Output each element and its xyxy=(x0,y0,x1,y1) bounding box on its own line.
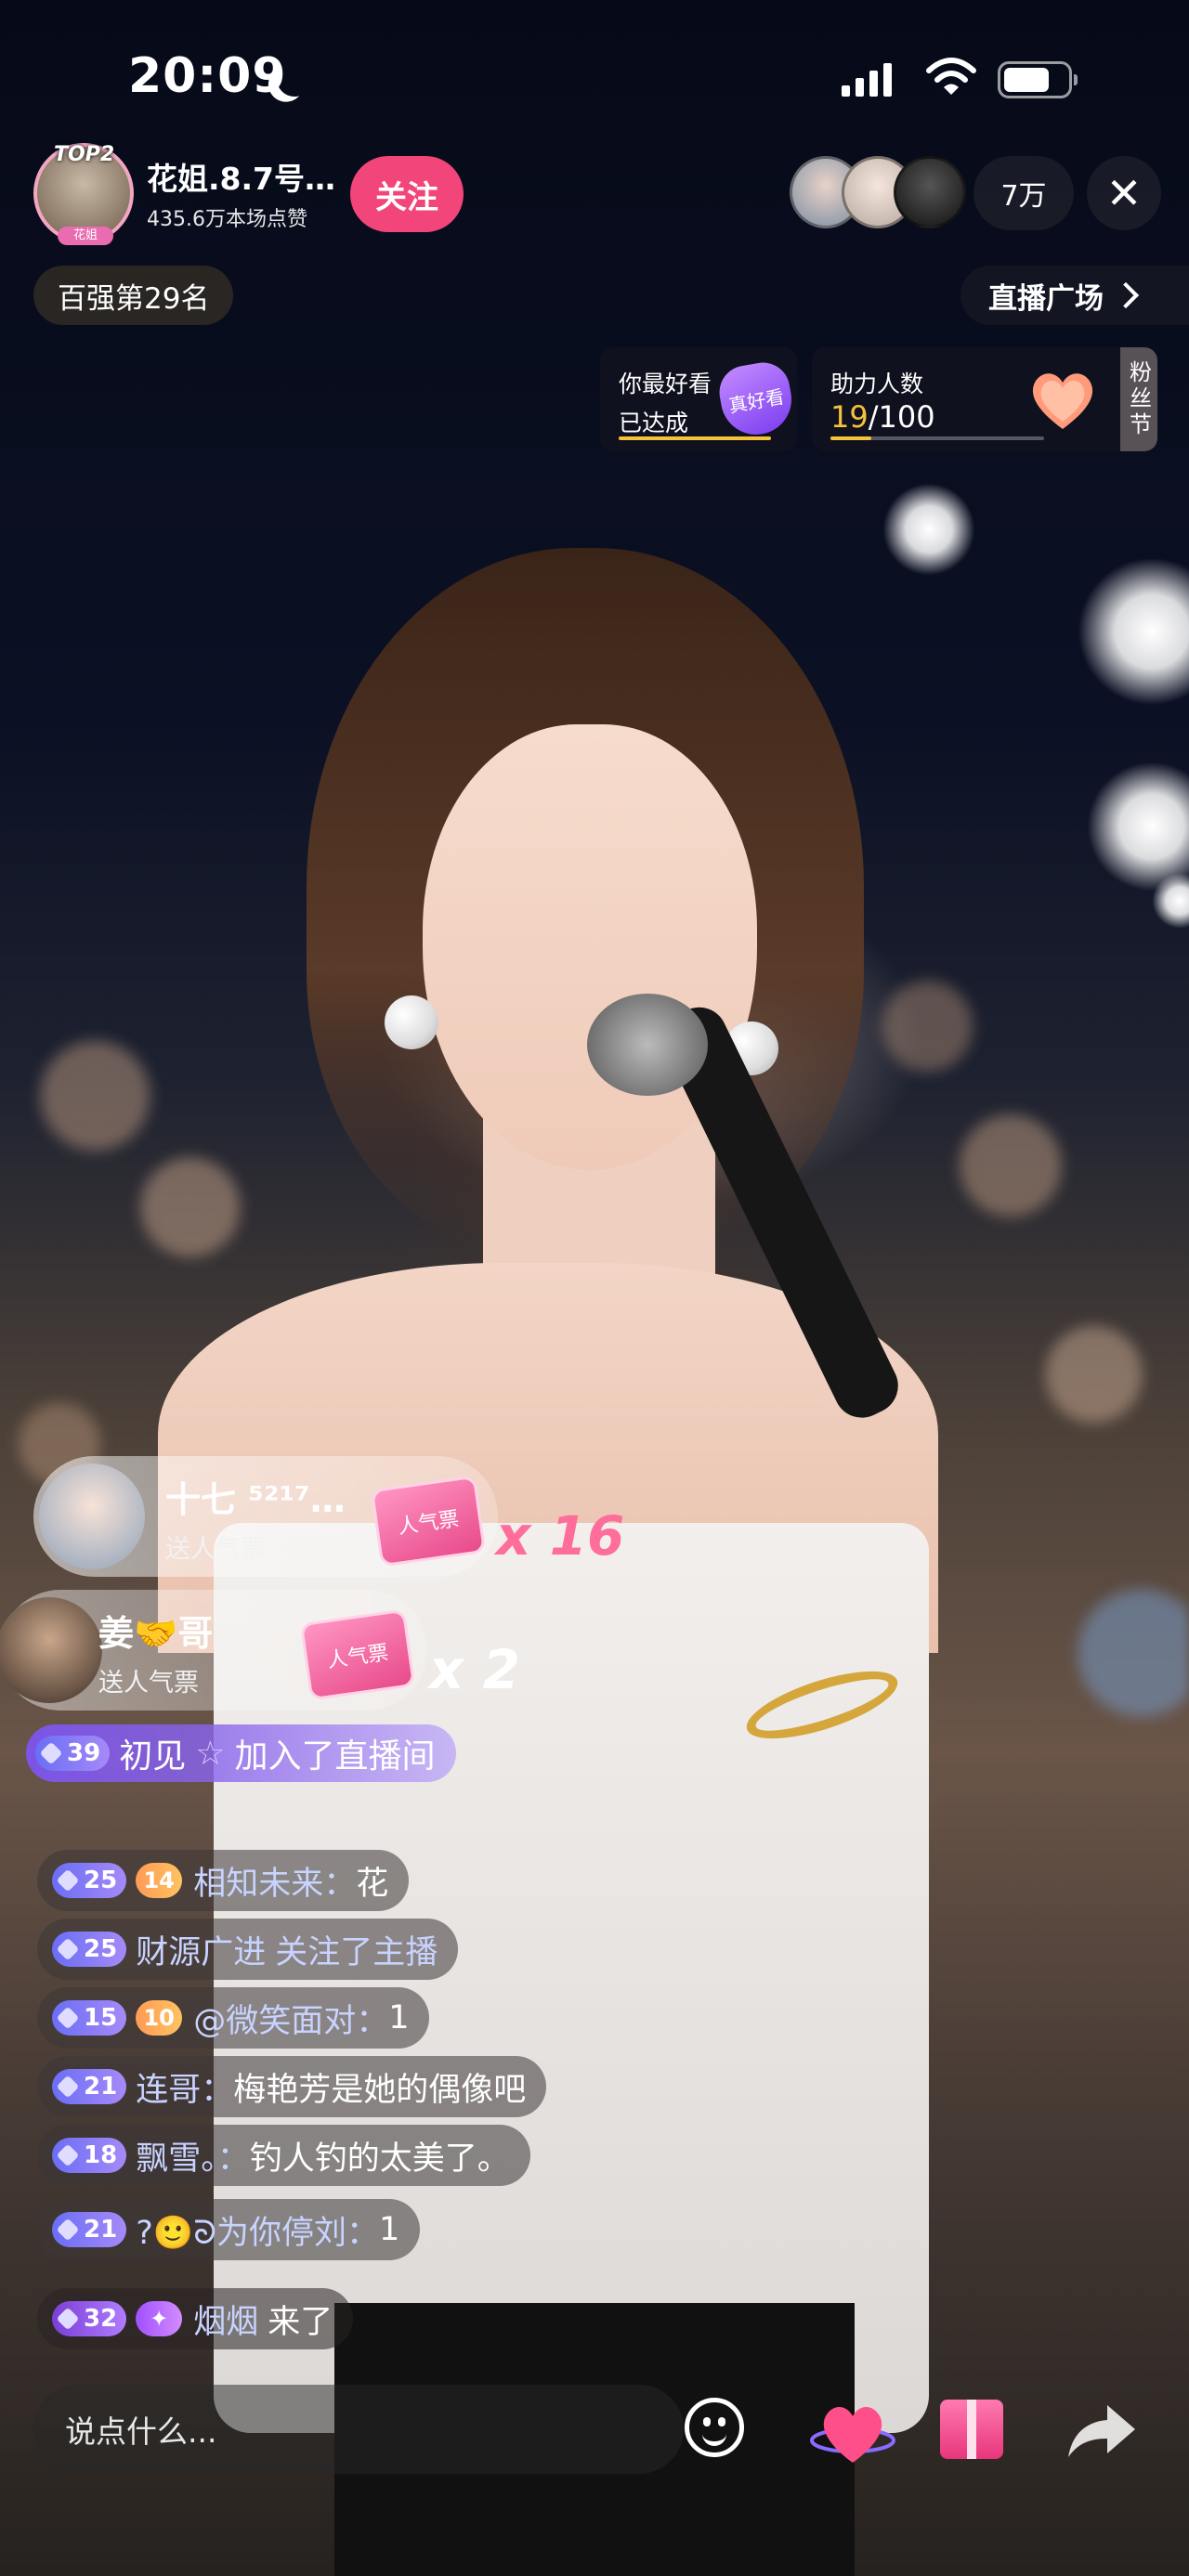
comment-input[interactable]: 说点什么... xyxy=(33,2385,684,2474)
host-likes: 435.6万本场点赞 xyxy=(147,208,307,231)
level-gem-icon xyxy=(56,2218,80,2242)
join-notice[interactable]: 39 初见 ☆ 加入了直播间 xyxy=(26,1724,456,1782)
status-bar: 20:09 xyxy=(0,0,1189,158)
chat-message[interactable]: 18 飘雪。： 钓人钓的太美了。 xyxy=(37,2125,530,2186)
best-card-title: 你最好看 xyxy=(619,371,712,397)
chat-text: 梅艳芳是她的偶像吧 xyxy=(233,2071,527,2109)
chat-message[interactable]: 15 10 @微笑面对： 1 xyxy=(37,1987,430,2049)
chat-message[interactable]: 32 ✦ 烟烟 来了 xyxy=(37,2288,354,2349)
chat-text: 1 xyxy=(388,1999,410,2036)
chat-nick: 相知未来： xyxy=(193,1865,357,1903)
like-heart-icon[interactable] xyxy=(808,2388,897,2478)
level-gem-icon xyxy=(39,1741,63,1765)
chat-nick: 烟烟 xyxy=(193,2303,259,2341)
gift-description: 送人气票 xyxy=(98,1669,199,1698)
emoji-icon[interactable] xyxy=(685,2398,744,2457)
best-card-status: 已达成 xyxy=(619,410,689,436)
user-level-badge: 25 xyxy=(52,1863,127,1898)
status-time: 20:09 xyxy=(128,48,287,104)
best-looking-card[interactable]: 你最好看 已达成 真好看 xyxy=(600,347,798,451)
level-gem-icon xyxy=(56,2075,80,2099)
user-level-badge: 32 xyxy=(52,2301,127,2336)
user-level-badge: 15 xyxy=(52,2000,127,2036)
heart-badge-icon: 真好看 xyxy=(714,358,798,441)
microphone-head xyxy=(587,994,708,1096)
support-count-card[interactable]: 助力人数 19/100 xyxy=(812,347,1157,451)
chat-text: 1 xyxy=(378,2211,400,2248)
popularity-ticket-icon: 人气票 xyxy=(370,1475,487,1568)
support-current: 19 xyxy=(830,399,869,435)
chat-nick: 财源广进 xyxy=(136,1933,267,1971)
popularity-ticket-icon: 人气票 xyxy=(299,1608,416,1701)
wifi-icon xyxy=(926,58,976,95)
user-level-badge: 25 xyxy=(52,1932,127,1967)
level-gem-icon xyxy=(56,1937,80,1961)
chat-text: 钓人钓的太美了。 xyxy=(249,2140,510,2178)
earring xyxy=(385,995,438,1049)
fan-club-badge: 14 xyxy=(136,1863,183,1898)
gift-multiplier: x 2 xyxy=(429,1638,520,1701)
best-card-progress xyxy=(619,436,771,440)
fans-festival-tab[interactable]: 粉丝节 xyxy=(1120,347,1157,451)
chat-nick: 飘雪。： xyxy=(136,2140,250,2178)
support-progress-bar xyxy=(830,436,1044,440)
follow-button[interactable]: 关注 xyxy=(350,156,464,232)
fan-club-badge: ✦ xyxy=(136,2301,183,2336)
heart-icon xyxy=(1032,373,1093,429)
gift-multiplier: x 16 xyxy=(496,1504,625,1568)
chat-message[interactable]: 25 14 相知未来： 花 xyxy=(37,1850,410,1911)
stage-light xyxy=(1078,557,1189,706)
user-level-badge: 39 xyxy=(35,1736,111,1771)
close-icon: ✕ xyxy=(1105,168,1143,218)
stage-light xyxy=(882,483,975,576)
chevron-right-icon xyxy=(1112,281,1140,309)
chat-message[interactable]: 25 财源广进 关注了主播 xyxy=(37,1919,459,1980)
user-level-badge: 21 xyxy=(52,2069,127,2104)
chat-text: 花 xyxy=(356,1865,389,1903)
live-plaza-button[interactable]: 直播广场 xyxy=(960,266,1189,325)
chat-message[interactable]: 21 ?🙂ᘐ为你停刘： 1 xyxy=(37,2199,421,2260)
close-button[interactable]: ✕ xyxy=(1087,156,1161,230)
chat-text: 来了 xyxy=(268,2303,333,2341)
host-name: 花姐.8.7号… xyxy=(147,161,335,197)
level-gem-icon xyxy=(56,2006,80,2030)
share-icon[interactable] xyxy=(1066,2401,1137,2461)
gift-icon[interactable] xyxy=(940,2400,1003,2459)
level-gem-icon xyxy=(56,1868,80,1893)
user-level-badge: 21 xyxy=(52,2212,127,2247)
host-info[interactable]: TOP2 花姐 花姐.8.7号… 435.6万本场点赞 xyxy=(33,141,351,245)
join-action: 加入了直播间 xyxy=(234,1737,436,1776)
fan-club-badge: 10 xyxy=(136,2000,183,2036)
join-nick: 初见 xyxy=(119,1737,187,1776)
avatar-tag: 花姐 xyxy=(58,227,113,245)
top-rank-badge: TOP2 xyxy=(54,143,115,166)
rank-badge[interactable]: 百强第29名 xyxy=(33,266,234,325)
gifter-name: 姜🤝哥 xyxy=(98,1613,214,1654)
chat-message[interactable]: 21 连哥： 梅艳芳是她的偶像吧 xyxy=(37,2056,547,2117)
chat-nick: @微笑面对： xyxy=(193,2002,389,2040)
level-gem-icon xyxy=(56,2307,80,2331)
chat-nick: ?🙂ᘐ为你停刘： xyxy=(136,2214,379,2252)
chat-nick: 连哥： xyxy=(136,2071,234,2109)
viewer-count[interactable]: 7万 xyxy=(973,156,1074,230)
user-level-badge: 18 xyxy=(52,2138,127,2173)
live-plaza-label: 直播广场 xyxy=(988,281,1104,316)
gifter-avatar[interactable] xyxy=(39,1464,145,1569)
gifter-avatar[interactable] xyxy=(0,1597,102,1703)
gift-description: 送人气票 xyxy=(165,1535,266,1564)
support-card-title: 助力人数 xyxy=(830,371,924,397)
support-total: /100 xyxy=(868,399,935,435)
gifter-name: 十七 ⁵²¹⁷… xyxy=(165,1479,346,1520)
cellular-signal-icon xyxy=(842,61,892,97)
star-icon: ☆ xyxy=(195,1734,226,1773)
battery-icon xyxy=(998,61,1078,98)
viewer-avatar[interactable] xyxy=(894,156,966,228)
host-avatar[interactable]: TOP2 花姐 xyxy=(33,143,134,245)
support-card-count: 19/100 xyxy=(830,399,935,435)
chat-text: 关注了主播 xyxy=(275,1933,438,1971)
top-viewers[interactable] xyxy=(790,156,966,228)
level-gem-icon xyxy=(56,2143,80,2167)
